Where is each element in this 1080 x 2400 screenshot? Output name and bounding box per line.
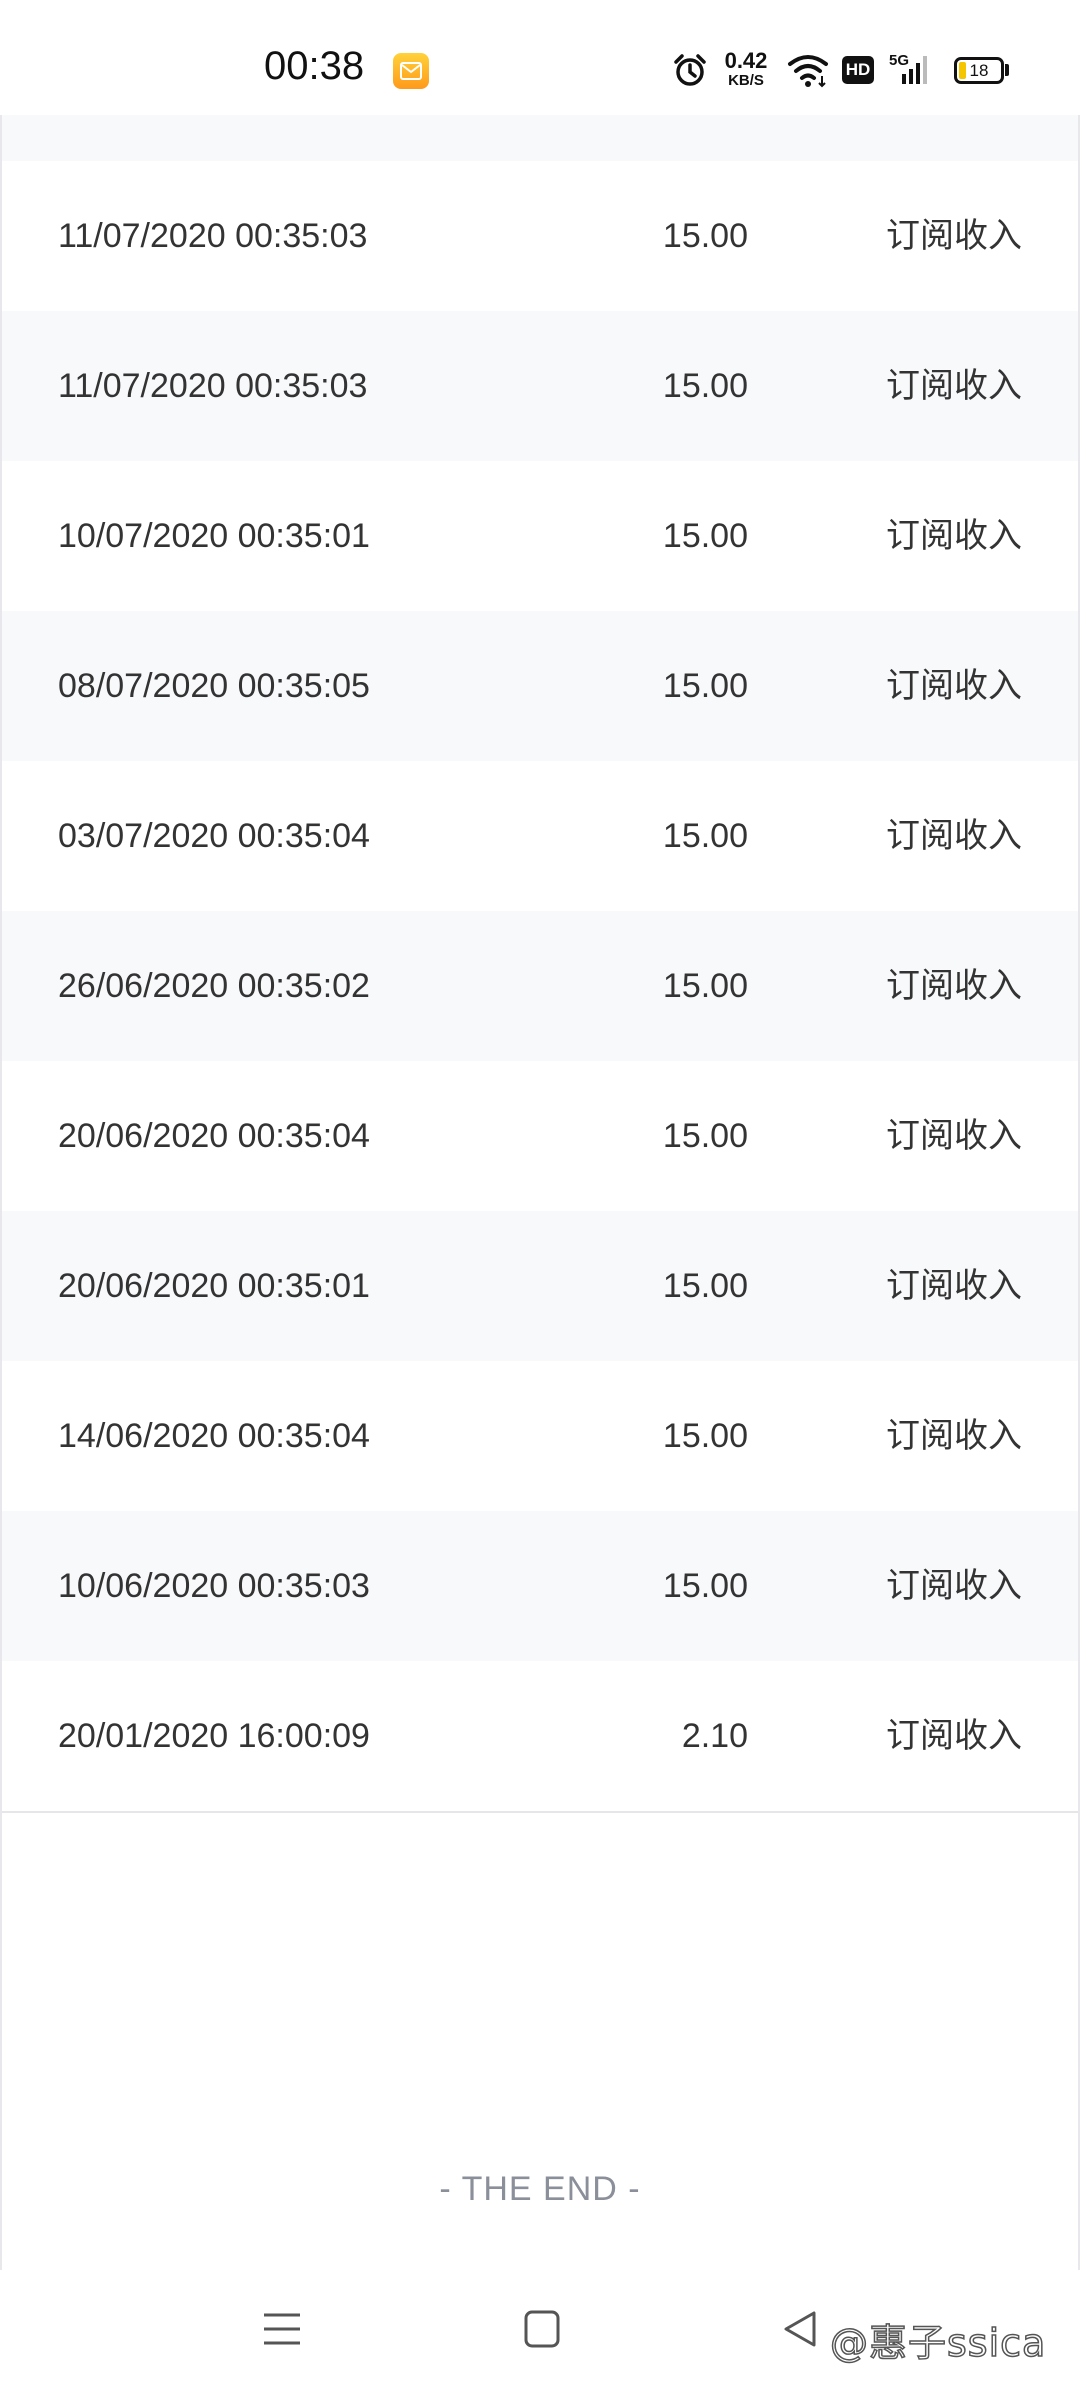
alarm-icon (670, 50, 710, 90)
transaction-type: 订阅收入 (886, 216, 1022, 256)
watermark: @惠子ssica (829, 2320, 1047, 2366)
transaction-type: 订阅收入 (886, 966, 1022, 1006)
hd-icon: HD (842, 56, 874, 84)
transaction-amount: 15.00 (662, 667, 748, 705)
transaction-amount: 15.00 (662, 817, 748, 855)
net-speed-value: 0.42 (724, 48, 768, 73)
transaction-time: 20/06/2020 00:35:01 (58, 1267, 370, 1305)
transaction-type: 订阅收入 (886, 1116, 1022, 1156)
transaction-type: 订阅收入 (886, 1566, 1022, 1606)
transaction-time: 20/06/2020 00:35:04 (58, 1117, 370, 1155)
transaction-amount: 15.00 (662, 1567, 748, 1605)
transaction-type: 订阅收入 (886, 666, 1022, 706)
transaction-time: 11/07/2020 00:35:03 (58, 217, 368, 255)
transaction-list-page: 20/07/2020 00:35:01 15.00 订阅收入 11/07/202… (0, 0, 1080, 2270)
net-speed-unit: KB/S (728, 72, 764, 89)
transaction-amount: 15.00 (662, 517, 748, 555)
table-row: 26/06/2020 00:35:02 15.00 订阅收入 (2, 911, 1078, 1061)
transaction-time: 14/06/2020 00:35:04 (58, 1417, 370, 1455)
transaction-time: 20/01/2020 16:00:09 (58, 1717, 370, 1755)
transaction-type: 订阅收入 (886, 1716, 1022, 1756)
transaction-type: 订阅收入 (886, 366, 1022, 406)
transaction-time: 26/06/2020 00:35:02 (58, 967, 370, 1005)
net-speed: 0.42 KB/S (718, 48, 774, 89)
transaction-amount: 15.00 (662, 967, 748, 1005)
table-row: 10/07/2020 00:35:01 15.00 订阅收入 (2, 461, 1078, 611)
table-row: 20/06/2020 00:35:01 15.00 订阅收入 (2, 1211, 1078, 1361)
battery-cap (1005, 64, 1009, 76)
transaction-amount: 15.00 (662, 1117, 748, 1155)
wifi-icon (786, 50, 830, 90)
transaction-amount: 2.10 (681, 1717, 748, 1755)
transaction-time: 03/07/2020 00:35:04 (58, 817, 370, 855)
menu-icon[interactable] (262, 2307, 302, 2356)
list-end-label: - THE END - (439, 2170, 641, 2208)
table-row: 14/06/2020 00:35:04 15.00 订阅收入 (2, 1361, 1078, 1511)
transaction-amount: 15.00 (662, 217, 748, 255)
transaction-time: 08/07/2020 00:35:05 (58, 667, 370, 705)
transaction-type: 订阅收入 (886, 1266, 1022, 1306)
transaction-type: 订阅收入 (886, 516, 1022, 556)
transaction-amount: 15.00 (662, 1267, 748, 1305)
transaction-time: 11/07/2020 00:35:03 (58, 367, 368, 405)
status-bar: 00:38 0.42 KB/S HD 5G 18 (0, 0, 1080, 115)
table-row: 03/07/2020 00:35:04 15.00 订阅收入 (2, 761, 1078, 911)
battery-icon: 18 (954, 57, 1004, 84)
back-icon[interactable] (780, 2307, 820, 2356)
table-row: 11/07/2020 00:35:03 15.00 订阅收入 (2, 161, 1078, 311)
transaction-time: 10/07/2020 00:35:01 (58, 517, 370, 555)
mail-icon (393, 53, 429, 89)
transaction-type: 订阅收入 (886, 1416, 1022, 1456)
battery-level: 18 (969, 61, 989, 80)
table-row: 08/07/2020 00:35:05 15.00 订阅收入 (2, 611, 1078, 761)
table-row: 11/07/2020 00:35:03 15.00 订阅收入 (2, 311, 1078, 461)
transaction-time: 10/06/2020 00:35:03 (58, 1567, 370, 1605)
screen: 20/07/2020 00:35:01 15.00 订阅收入 11/07/202… (0, 0, 1080, 2400)
status-time: 00:38 (264, 44, 365, 88)
home-icon[interactable] (522, 2307, 562, 2356)
network-type-label: 5G (889, 52, 909, 69)
table-row: 20/01/2020 16:00:09 2.10 订阅收入 (2, 1661, 1078, 1813)
transaction-type: 订阅收入 (886, 816, 1022, 856)
transaction-amount: 15.00 (662, 1417, 748, 1455)
table-row: 20/06/2020 00:35:04 15.00 订阅收入 (2, 1061, 1078, 1211)
transaction-amount: 15.00 (662, 367, 748, 405)
table-row: 10/06/2020 00:35:03 15.00 订阅收入 (2, 1511, 1078, 1661)
transaction-table: 20/07/2020 00:35:01 15.00 订阅收入 11/07/202… (2, 11, 1078, 1813)
signal-icon: 5G (888, 50, 938, 90)
